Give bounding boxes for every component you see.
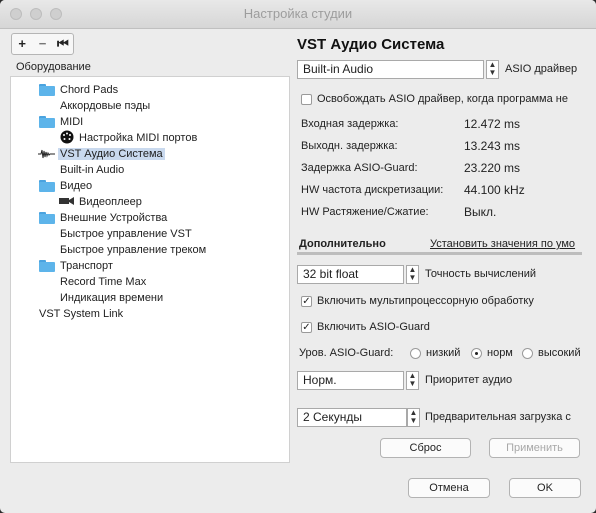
audio-priority-select[interactable]: Норм. [297,371,404,390]
midi-port-icon [60,130,74,144]
asio-guard-label: Включить ASIO-Guard [317,321,430,333]
tree-item-record-time-max[interactable]: Record Time Max [60,274,146,290]
tree-item-vst-system-link[interactable]: VST System Link [39,306,123,322]
release-driver-label: Освобождать ASIO драйвер, когда программ… [317,93,568,105]
level-normal-label: норм [487,347,513,359]
folder-icon [39,180,55,192]
add-device-button[interactable]: + [12,34,32,54]
asio-driver-stepper[interactable]: ▲ ▼ [486,60,499,79]
level-low-label: низкий [426,347,461,359]
tree-item-video[interactable]: Видео [60,178,92,194]
output-latency-value: 13.243 ms [464,139,521,153]
reset-device-button[interactable]: ⏮ [53,34,73,54]
tree-item-chord-pads[interactable]: Chord Pads [60,82,118,98]
tree-item-transport[interactable]: Транспорт [60,258,113,274]
ok-button[interactable]: OK [509,478,581,498]
remove-device-button[interactable]: − [32,34,52,54]
tab-advanced[interactable]: Дополнительно [299,238,386,250]
hw-sample-rate-label: HW частота дискретизации: [301,184,444,196]
tree-item-vst-audio-label: VST Аудио Система [58,148,165,160]
asio-guard-latency-value: 23.220 ms [464,161,521,175]
window-title: Настройка студии [243,6,353,21]
tree-item-built-in-audio[interactable]: Built-in Audio [60,162,124,178]
asio-driver-select[interactable]: Built-in Audio [297,60,484,79]
preload-select[interactable]: 2 Секунды [297,408,407,427]
level-high-label: высокий [538,347,581,359]
tree-item-video-player[interactable]: Видеоплеер [79,194,142,210]
folder-icon [39,260,55,272]
multiprocessing-label: Включить мультипроцессорную обработку [317,295,534,307]
video-player-icon [59,197,74,205]
apply-button[interactable]: Применить [489,438,580,458]
precision-stepper[interactable]: ▲ ▼ [406,265,419,284]
hw-sample-rate-value: 44.100 kHz [464,183,525,197]
level-high-radio[interactable] [522,348,533,359]
folder-icon [39,212,55,224]
input-latency-value: 12.472 ms [464,117,521,131]
level-low-radio[interactable] [410,348,421,359]
tree-item-chord-pads-child[interactable]: Аккордовые пэды [60,98,150,114]
audio-priority-label: Приоритет аудио [425,374,513,386]
panel-title: VST Аудио Система [297,36,445,53]
input-latency-label: Входная задержка: [301,118,399,130]
precision-label: Точность вычислений [425,268,537,280]
tree-item-time-display[interactable]: Индикация времени [60,290,163,306]
cancel-button[interactable]: Отмена [408,478,490,498]
folder-icon [39,84,55,96]
tree-item-track-quick-controls[interactable]: Быстрое управление треком [60,242,206,258]
asio-guard-checkbox[interactable]: ✓ [301,322,312,333]
release-driver-checkbox[interactable] [301,94,312,105]
hw-pull-value: Выкл. [464,205,497,219]
preload-stepper[interactable]: ▲ ▼ [407,408,420,427]
precision-select[interactable]: 32 bit float [297,265,404,284]
audio-priority-stepper[interactable]: ▲ ▼ [406,371,419,390]
tree-item-remote-devices[interactable]: Внешние Устройства [60,210,167,226]
folder-icon [39,116,55,128]
tree-item-midi[interactable]: MIDI [60,114,83,130]
studio-setup-window: Настройка студии + − ⏮ Оборудование Chor… [0,0,596,513]
tree-item-vst-quick-controls[interactable]: Быстрое управление VST [60,226,192,242]
preload-label: Предварительная загрузка с [425,411,571,423]
tab-divider [297,252,582,255]
device-toolbar: + − ⏮ [11,33,74,55]
title-bar: Настройка студии [0,0,596,29]
asio-guard-latency-label: Задержка ASIO-Guard: [301,162,418,174]
level-normal-radio[interactable] [471,348,482,359]
set-defaults-link[interactable]: Установить значения по умо [430,238,582,250]
asio-driver-label: ASIO драйвер [505,63,578,75]
tree-item-vst-audio[interactable]: VST Аудио Система [58,146,165,162]
hw-pull-label: HW Растяжение/Сжатие: [301,206,429,218]
output-latency-label: Выходн. задержка: [301,140,398,152]
waveform-icon [38,149,55,159]
tree-item-midi-ports[interactable]: Настройка MIDI портов [79,130,197,146]
reset-button[interactable]: Сброс [380,438,471,458]
hardware-label: Оборудование [16,61,91,73]
device-tree: Chord Pads Аккордовые пэды MIDI Настройк… [10,76,290,463]
asio-guard-level-label: Уров. ASIO-Guard: [299,347,394,359]
multiprocessing-checkbox[interactable]: ✓ [301,296,312,307]
